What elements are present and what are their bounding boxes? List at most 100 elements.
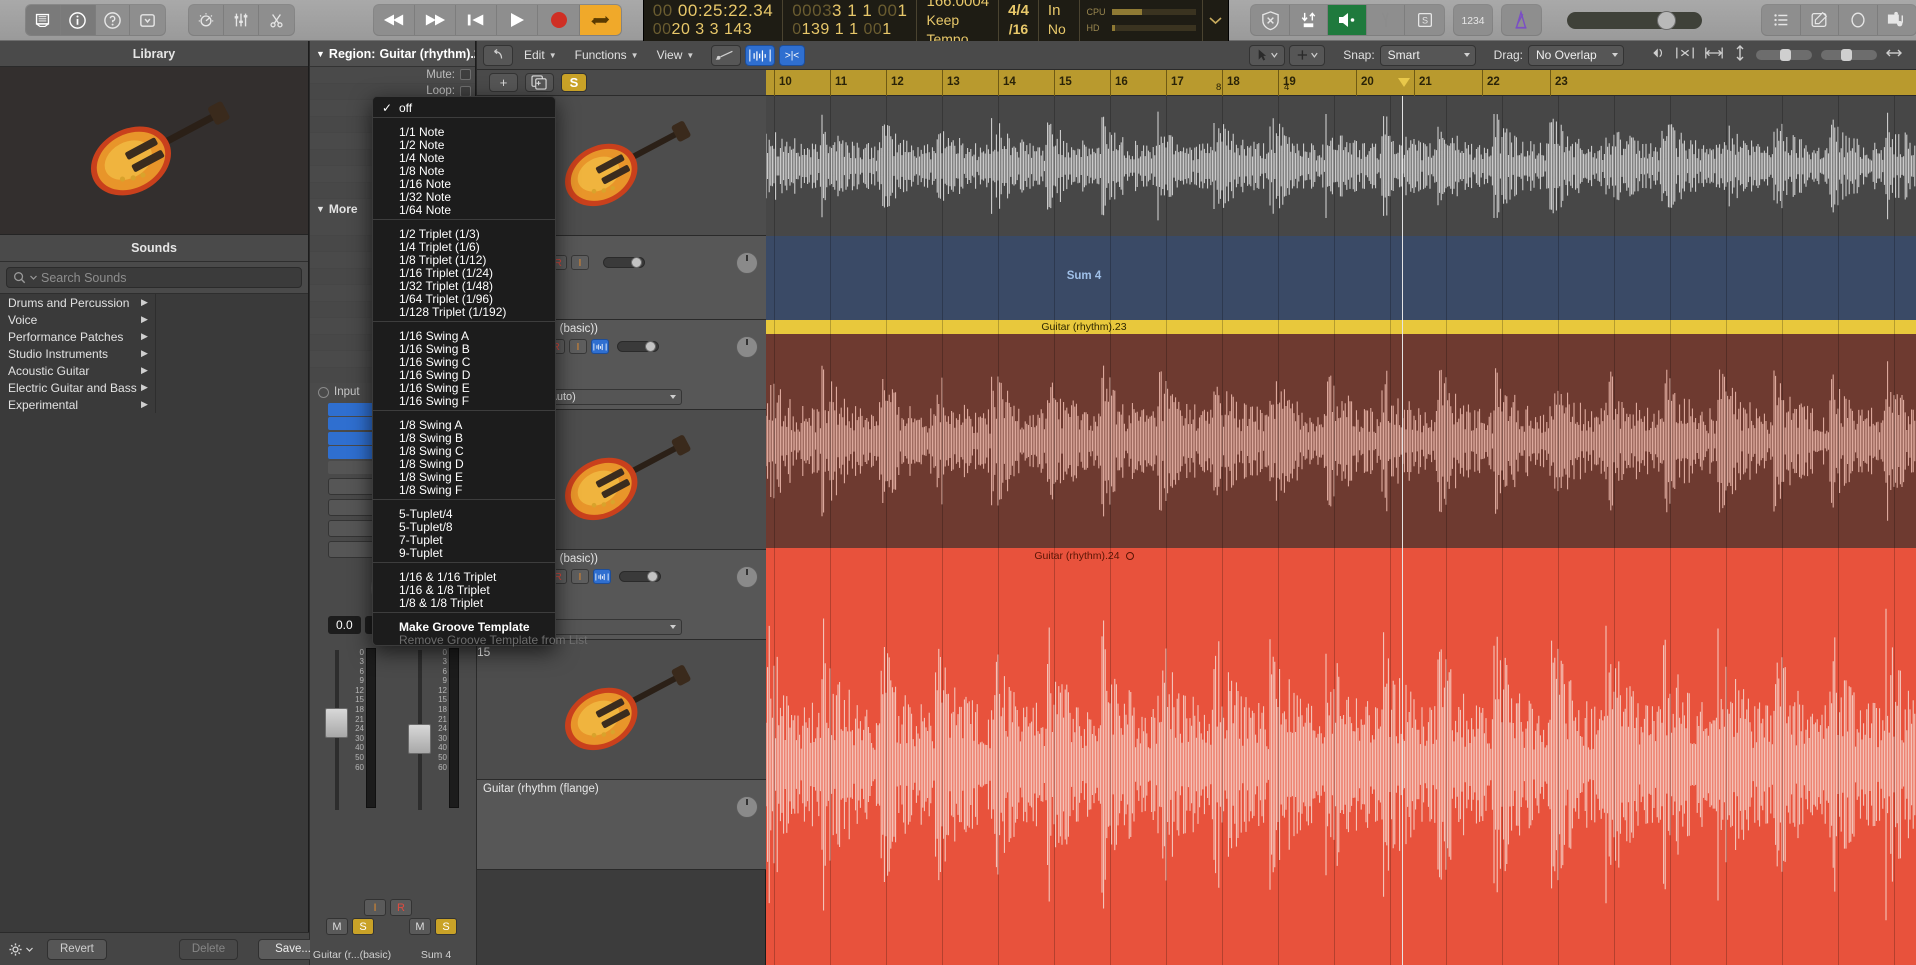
cycle-icon[interactable] xyxy=(579,5,621,35)
master-volume-slider[interactable] xyxy=(1566,10,1703,30)
flex-mode-icon[interactable] xyxy=(593,569,611,584)
snap-select[interactable]: Smart xyxy=(1379,44,1476,66)
menu-item-5-tuplet-4[interactable]: 5-Tuplet/4 xyxy=(373,507,555,521)
drag-select[interactable]: No Overlap xyxy=(1528,44,1624,66)
count-in-icon[interactable]: 1234 xyxy=(1454,5,1492,35)
lcd-signature[interactable]: 4/4 /16 xyxy=(999,0,1039,41)
quantize-dropdown-menu[interactable]: off1/1 Note1/2 Note1/4 Note1/8 Note1/16 … xyxy=(372,96,588,647)
menu-item-make-groove-template[interactable]: Make Groove Template xyxy=(373,620,555,634)
playhead-marker-icon[interactable] xyxy=(1398,78,1410,87)
menu-item-1-8-swing-f[interactable]: 1/8 Swing F xyxy=(373,483,555,497)
arrange-area[interactable]: Sum 4 Guitar (rhythm).23 Guitar (rhythm)… xyxy=(766,96,1916,965)
menu-item-1-64-triplet-1-96[interactable]: 1/64 Triplet (1/96) xyxy=(373,292,555,306)
lane-track-1[interactable] xyxy=(766,96,1916,236)
record-button-track-1[interactable]: R xyxy=(390,899,412,916)
library-item-electric-guitar-bass[interactable]: Electric Guitar and Bass ▶ xyxy=(0,379,308,396)
list-editors-icon[interactable] xyxy=(1762,5,1801,35)
tuning-fork-icon[interactable] xyxy=(1367,5,1406,35)
fade-icon[interactable]: >|< xyxy=(779,44,806,66)
menu-item-1-8-swing-b[interactable]: 1/8 Swing B xyxy=(373,431,555,445)
library-item-drums[interactable]: Drums and Percussion ▶ xyxy=(0,294,308,311)
menu-item-1-32-note[interactable]: 1/32 Note xyxy=(373,190,555,204)
menu-item-1-4-triplet-1-6[interactable]: 1/4 Triplet (1/6) xyxy=(373,240,555,254)
go-to-start-icon[interactable] xyxy=(456,5,498,35)
forward-icon[interactable] xyxy=(415,5,456,35)
menu-item-1-8-swing-a[interactable]: 1/8 Swing A xyxy=(373,418,555,432)
library-item-voice[interactable]: Voice ▶ xyxy=(0,311,308,328)
zoom-h-icon[interactable] xyxy=(1886,46,1902,65)
menu-item-1-16-triplet-1-24[interactable]: 1/16 Triplet (1/24) xyxy=(373,266,555,280)
menu-item-1-16-swing-a[interactable]: 1/16 Swing A xyxy=(373,329,555,343)
menu-item-1-16-1-8-triplet[interactable]: 1/16 & 1/8 Triplet xyxy=(373,583,555,597)
menu-item-1-4-note[interactable]: 1/4 Note xyxy=(373,151,555,165)
speaker-icon[interactable] xyxy=(1328,5,1367,35)
pan-knob[interactable] xyxy=(736,566,758,588)
solo-icon[interactable]: S xyxy=(1405,5,1443,35)
library-item-acoustic-guitar[interactable]: Acoustic Guitar ▶ xyxy=(0,362,308,379)
input-monitor-button[interactable]: I xyxy=(569,339,587,354)
zoom-v-slider[interactable] xyxy=(1756,49,1812,61)
menu-item-off[interactable]: off xyxy=(373,101,555,115)
menu-item-9-tuplet[interactable]: 9-Tuplet xyxy=(373,546,555,560)
menu-item-1-2-note[interactable]: 1/2 Note xyxy=(373,138,555,152)
channel-name-track-1[interactable]: Guitar (r...(basic) xyxy=(312,949,392,961)
menu-item-1-16-swing-b[interactable]: 1/16 Swing B xyxy=(373,342,555,356)
flex-mode-icon[interactable] xyxy=(591,339,609,354)
menu-item-1-16-swing-f[interactable]: 1/16 Swing F xyxy=(373,394,555,408)
flex-icon[interactable] xyxy=(745,44,776,66)
input-monitor-button[interactable]: I xyxy=(571,569,589,584)
master-volume-knob[interactable] xyxy=(1656,10,1676,30)
edit-menu[interactable]: Edit ▼ xyxy=(517,45,564,66)
mixer-icon[interactable] xyxy=(224,5,259,35)
io-icon[interactable] xyxy=(1290,5,1329,35)
lcd-midi-io[interactable]: No In No Out xyxy=(1039,0,1081,56)
catch-playhead-icon[interactable] xyxy=(1675,45,1695,66)
menu-item-5-tuplet-8[interactable]: 5-Tuplet/8 xyxy=(373,520,555,534)
fit-screen-icon[interactable] xyxy=(1704,45,1724,66)
media-browser-icon[interactable] xyxy=(1878,5,1916,35)
smart-controls-icon[interactable] xyxy=(189,5,224,35)
lcd-tempo[interactable]: 166.0004 Keep Tempo xyxy=(917,0,1000,47)
menu-item-1-128-triplet-1-192[interactable]: 1/128 Triplet (1/192) xyxy=(373,305,555,319)
power-button-icon[interactable] xyxy=(318,386,329,398)
inspector-row-mute[interactable]: Mute: xyxy=(310,67,475,84)
mute-button-track-2[interactable]: M xyxy=(409,918,431,935)
volume-slider[interactable] xyxy=(603,257,645,268)
menu-item-1-32-triplet-1-48[interactable]: 1/32 Triplet (1/48) xyxy=(373,279,555,293)
help-icon[interactable] xyxy=(96,5,131,35)
menu-item-1-2-triplet-1-3[interactable]: 1/2 Triplet (1/3) xyxy=(373,227,555,241)
fader-cap-track-2[interactable] xyxy=(408,723,431,754)
library-settings-menu[interactable] xyxy=(8,942,33,957)
browser-icon[interactable] xyxy=(130,5,165,35)
menu-item-1-16-note[interactable]: 1/16 Note xyxy=(373,177,555,191)
playhead[interactable] xyxy=(1402,96,1403,965)
zoom-v-icon[interactable] xyxy=(1733,44,1747,66)
automation-curve-icon[interactable] xyxy=(711,44,742,66)
library-item-performance-patches[interactable]: Performance Patches ▶ xyxy=(0,328,308,345)
zoom-h-slider[interactable] xyxy=(1821,49,1877,61)
input-button-track-1[interactable]: I xyxy=(364,899,386,916)
loop-indicator-icon[interactable] xyxy=(1125,552,1134,560)
volume-slider[interactable] xyxy=(619,571,661,582)
solo-tool-icon[interactable] xyxy=(1646,45,1666,66)
search-input[interactable]: Search Sounds xyxy=(6,267,302,288)
track-artwork-3[interactable] xyxy=(477,640,766,780)
region-header-guitar-rhythm-23-right[interactable] xyxy=(1402,320,1916,334)
menu-item-1-16-swing-c[interactable]: 1/16 Swing C xyxy=(373,355,555,369)
pan-knob[interactable] xyxy=(736,336,758,358)
track-header-guitar-rhythm-flange[interactable]: Guitar (rhythm (flange) xyxy=(477,780,766,870)
lane-sum4[interactable]: Sum 4 xyxy=(766,236,1916,320)
peak-level-value[interactable]: 15 xyxy=(477,645,490,659)
lcd-position[interactable]: 00033 1 1 001 0139 1 1 001 xyxy=(783,0,918,41)
menu-item-1-8-note[interactable]: 1/8 Note xyxy=(373,164,555,178)
volume-slider[interactable] xyxy=(617,341,659,352)
rewind-icon[interactable] xyxy=(374,5,415,35)
play-icon[interactable] xyxy=(497,5,539,35)
menu-item-1-64-note[interactable]: 1/64 Note xyxy=(373,203,555,217)
mute-checkbox[interactable] xyxy=(460,69,471,81)
menu-item-1-16-swing-d[interactable]: 1/16 Swing D xyxy=(373,368,555,382)
pan-value[interactable]: 0.0 xyxy=(328,615,361,634)
solo-button-track-1[interactable]: S xyxy=(352,918,374,935)
region-inspector-header[interactable]: ▼ Region: Guitar (rhythm).23 xyxy=(310,41,475,67)
lcd-display[interactable]: 00 00:25:22.34 0020 3 3 143 00033 1 1 00… xyxy=(642,0,1230,56)
